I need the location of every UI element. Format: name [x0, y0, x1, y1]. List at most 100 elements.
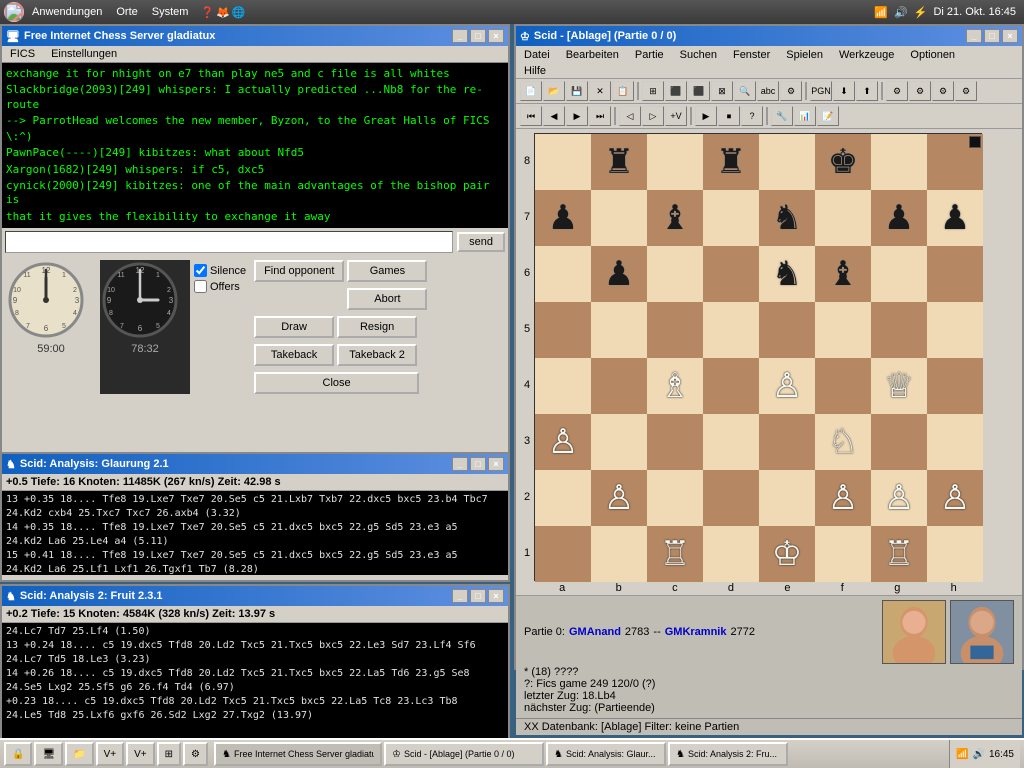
sq-a2[interactable] [535, 470, 591, 526]
sq-a7[interactable]: ♟ [535, 190, 591, 246]
fics-send-button[interactable]: send [457, 232, 505, 252]
analysis2-close[interactable]: × [488, 589, 504, 603]
sq-g2[interactable]: ♙ [871, 470, 927, 526]
sq-h2[interactable]: ♙ [927, 470, 983, 526]
sq-g6[interactable] [871, 246, 927, 302]
find-opponent-btn[interactable]: Find opponent [254, 260, 344, 282]
sq-g3[interactable] [871, 414, 927, 470]
sq-g4[interactable]: ♕ [871, 358, 927, 414]
scid-close-btn[interactable]: × [1002, 29, 1018, 43]
tb-import[interactable]: ⬇ [833, 81, 855, 101]
sq-h4[interactable] [927, 358, 983, 414]
tb-next[interactable]: ⬛ [688, 81, 710, 101]
sq-e3[interactable] [759, 414, 815, 470]
taskbar-btn-scid[interactable]: ♔ Scid - [Ablage] (Partie 0 / 0) [384, 742, 544, 766]
tb-prev[interactable]: ⬛ [665, 81, 687, 101]
tb-save[interactable]: 💾 [566, 81, 588, 101]
analysis1-close[interactable]: × [488, 457, 504, 471]
sq-d1[interactable] [703, 526, 759, 582]
fics-maximize-btn[interactable]: □ [470, 29, 486, 43]
sq-b2[interactable]: ♙ [591, 470, 647, 526]
tray-vol[interactable]: 🔊 [973, 749, 985, 760]
tb-help[interactable]: ? [741, 106, 763, 126]
sq-f6[interactable]: ♝ [815, 246, 871, 302]
takeback2-btn[interactable]: Takeback 2 [337, 344, 417, 366]
sq-b4[interactable] [591, 358, 647, 414]
fics-minimize-btn[interactable]: _ [452, 29, 468, 43]
taskbar-btn-analysis2[interactable]: ♞ Scid: Analysis 2: Fru... [668, 742, 788, 766]
takeback-btn[interactable]: Takeback [254, 344, 334, 366]
tb-next-move[interactable]: ▶ [566, 106, 588, 126]
taskbar-icon-monitor[interactable]: 🖥 [34, 742, 63, 766]
tb-var-next[interactable]: ▷ [642, 106, 664, 126]
tb-last[interactable]: ⏭ [589, 106, 611, 126]
sq-g1[interactable]: ♖ [871, 526, 927, 582]
apps-menu[interactable]: Anwendungen [26, 4, 108, 20]
analysis2-maximize[interactable]: □ [470, 589, 486, 603]
sq-f1[interactable] [815, 526, 871, 582]
fics-menu-settings[interactable]: Einstellungen [47, 47, 121, 61]
sq-f3[interactable]: ♘ [815, 414, 871, 470]
menu-spielen[interactable]: Spielen [782, 48, 827, 62]
tb-new[interactable]: 📄 [520, 81, 542, 101]
abort-btn[interactable]: Abort [347, 288, 427, 310]
tb-var-prev[interactable]: ◁ [619, 106, 641, 126]
fics-close-btn[interactable]: × [488, 29, 504, 43]
sq-a3[interactable]: ♙ [535, 414, 591, 470]
sq-c6[interactable] [647, 246, 703, 302]
places-menu[interactable]: Orte [110, 4, 143, 20]
sq-d3[interactable] [703, 414, 759, 470]
sq-b5[interactable] [591, 302, 647, 358]
silence-checkbox[interactable] [194, 264, 207, 277]
sq-a8[interactable] [535, 134, 591, 190]
tb-abc[interactable]: abc [757, 81, 779, 101]
tray-network[interactable]: 📶 [956, 749, 968, 760]
sq-e2[interactable] [759, 470, 815, 526]
sq-b7[interactable] [591, 190, 647, 246]
menu-fenster[interactable]: Fenster [729, 48, 774, 62]
close-btn[interactable]: Close [254, 372, 419, 394]
tb-extra2[interactable]: ⚙ [909, 81, 931, 101]
sq-c8[interactable] [647, 134, 703, 190]
sq-e4[interactable]: ♙ [759, 358, 815, 414]
sq-a5[interactable] [535, 302, 591, 358]
tb-extra1[interactable]: ⚙ [886, 81, 908, 101]
scid-maximize-btn[interactable]: □ [984, 29, 1000, 43]
menu-bearbeiten[interactable]: Bearbeiten [562, 48, 623, 62]
sq-a1[interactable] [535, 526, 591, 582]
sq-g5[interactable] [871, 302, 927, 358]
sq-c3[interactable] [647, 414, 703, 470]
tb-open[interactable]: 📂 [543, 81, 565, 101]
taskbar-icon-settings[interactable]: ⚙ [183, 742, 208, 766]
taskbar-icon-files[interactable]: 📁 [65, 742, 93, 766]
taskbar-icon-stepper[interactable]: ⊞ [157, 742, 181, 766]
sq-g8[interactable] [871, 134, 927, 190]
sq-b1[interactable] [591, 526, 647, 582]
resign-btn[interactable]: Resign [337, 316, 417, 338]
tb-next10[interactable]: ⊠ [711, 81, 733, 101]
sq-d2[interactable] [703, 470, 759, 526]
sq-h8[interactable] [927, 134, 983, 190]
draw-btn[interactable]: Draw [254, 316, 334, 338]
sq-e5[interactable] [759, 302, 815, 358]
analysis1-maximize[interactable]: □ [470, 457, 486, 471]
sq-d7[interactable] [703, 190, 759, 246]
analysis1-minimize[interactable]: _ [452, 457, 468, 471]
taskbar-icon-lock[interactable]: 🔒 [4, 742, 32, 766]
sq-g7[interactable]: ♟ [871, 190, 927, 246]
fics-chat-input[interactable] [5, 231, 453, 253]
tb-close-db[interactable]: ✕ [589, 81, 611, 101]
sq-c4[interactable]: ♗ [647, 358, 703, 414]
sq-d5[interactable] [703, 302, 759, 358]
menu-hilfe[interactable]: Hilfe [520, 64, 550, 78]
menu-partie[interactable]: Partie [631, 48, 668, 62]
tb-prev10[interactable]: ⊞ [642, 81, 664, 101]
sq-d4[interactable] [703, 358, 759, 414]
sq-d6[interactable] [703, 246, 759, 302]
fics-menu-file[interactable]: FICS [6, 47, 39, 61]
sq-b8[interactable]: ♜ [591, 134, 647, 190]
tb-extra4[interactable]: ⚙ [955, 81, 977, 101]
taskbar-btn-fics[interactable]: ♞ Free Internet Chess Server gladiatux [214, 742, 382, 766]
menu-datei[interactable]: Datei [520, 48, 554, 62]
sq-c2[interactable] [647, 470, 703, 526]
